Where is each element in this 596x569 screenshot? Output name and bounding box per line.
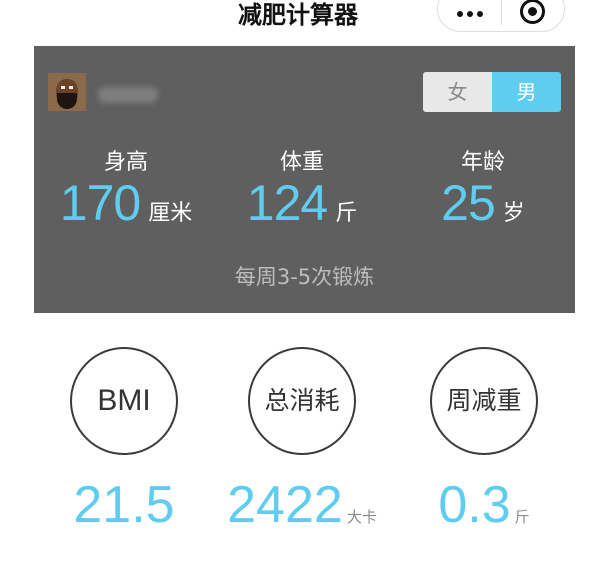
age-label: 年龄 xyxy=(460,150,505,175)
navigation-bar: 减肥计算器 xyxy=(0,0,596,40)
height-stat[interactable]: 身高 170 厘米 xyxy=(36,144,216,234)
total-consumption-result: 总消耗 2422 大卡 xyxy=(212,347,382,537)
total-consumption-unit: 大卡 xyxy=(346,508,377,526)
weekly-loss-unit: 斤 xyxy=(514,508,530,526)
weight-label: 体重 xyxy=(279,150,324,175)
age-value[interactable]: 25 xyxy=(441,175,496,231)
weight-stat[interactable]: 体重 124 斤 xyxy=(212,144,392,234)
mini-program-capsule xyxy=(437,0,565,32)
weight-unit: 斤 xyxy=(335,201,358,226)
bmi-value: 21.5 xyxy=(73,476,175,534)
user-avatar[interactable] xyxy=(48,73,86,111)
gender-option-male[interactable]: 男 xyxy=(492,72,561,112)
height-unit: 厘米 xyxy=(148,201,193,226)
weekly-loss-result: 周减重 0.3 斤 xyxy=(394,347,564,537)
username-blurred xyxy=(98,87,158,103)
gender-option-female[interactable]: 女 xyxy=(423,72,492,112)
total-consumption-value: 2422 xyxy=(227,476,343,534)
height-value[interactable]: 170 xyxy=(60,175,141,231)
height-label: 身高 xyxy=(103,150,148,175)
exercise-frequency[interactable]: 每周3-5次锻炼 xyxy=(34,261,575,291)
bmi-result: BMI 21.5 xyxy=(34,347,204,537)
profile-panel: 女 男 身高 170 厘米 体重 124 斤 年龄 25 岁 每周3-5次锻炼 xyxy=(34,46,575,313)
bmi-circle[interactable]: BMI xyxy=(70,347,178,455)
weight-value[interactable]: 124 xyxy=(247,175,328,231)
weekly-loss-value: 0.3 xyxy=(438,476,511,534)
target-icon[interactable] xyxy=(520,0,545,24)
age-stat[interactable]: 年龄 25 岁 xyxy=(393,144,573,234)
weekly-loss-circle[interactable]: 周减重 xyxy=(430,347,538,455)
more-dots-icon[interactable] xyxy=(438,0,501,31)
total-consumption-circle[interactable]: 总消耗 xyxy=(248,347,356,455)
gender-toggle[interactable]: 女 男 xyxy=(423,72,561,112)
age-unit: 岁 xyxy=(502,201,525,226)
capsule-divider xyxy=(501,0,502,25)
